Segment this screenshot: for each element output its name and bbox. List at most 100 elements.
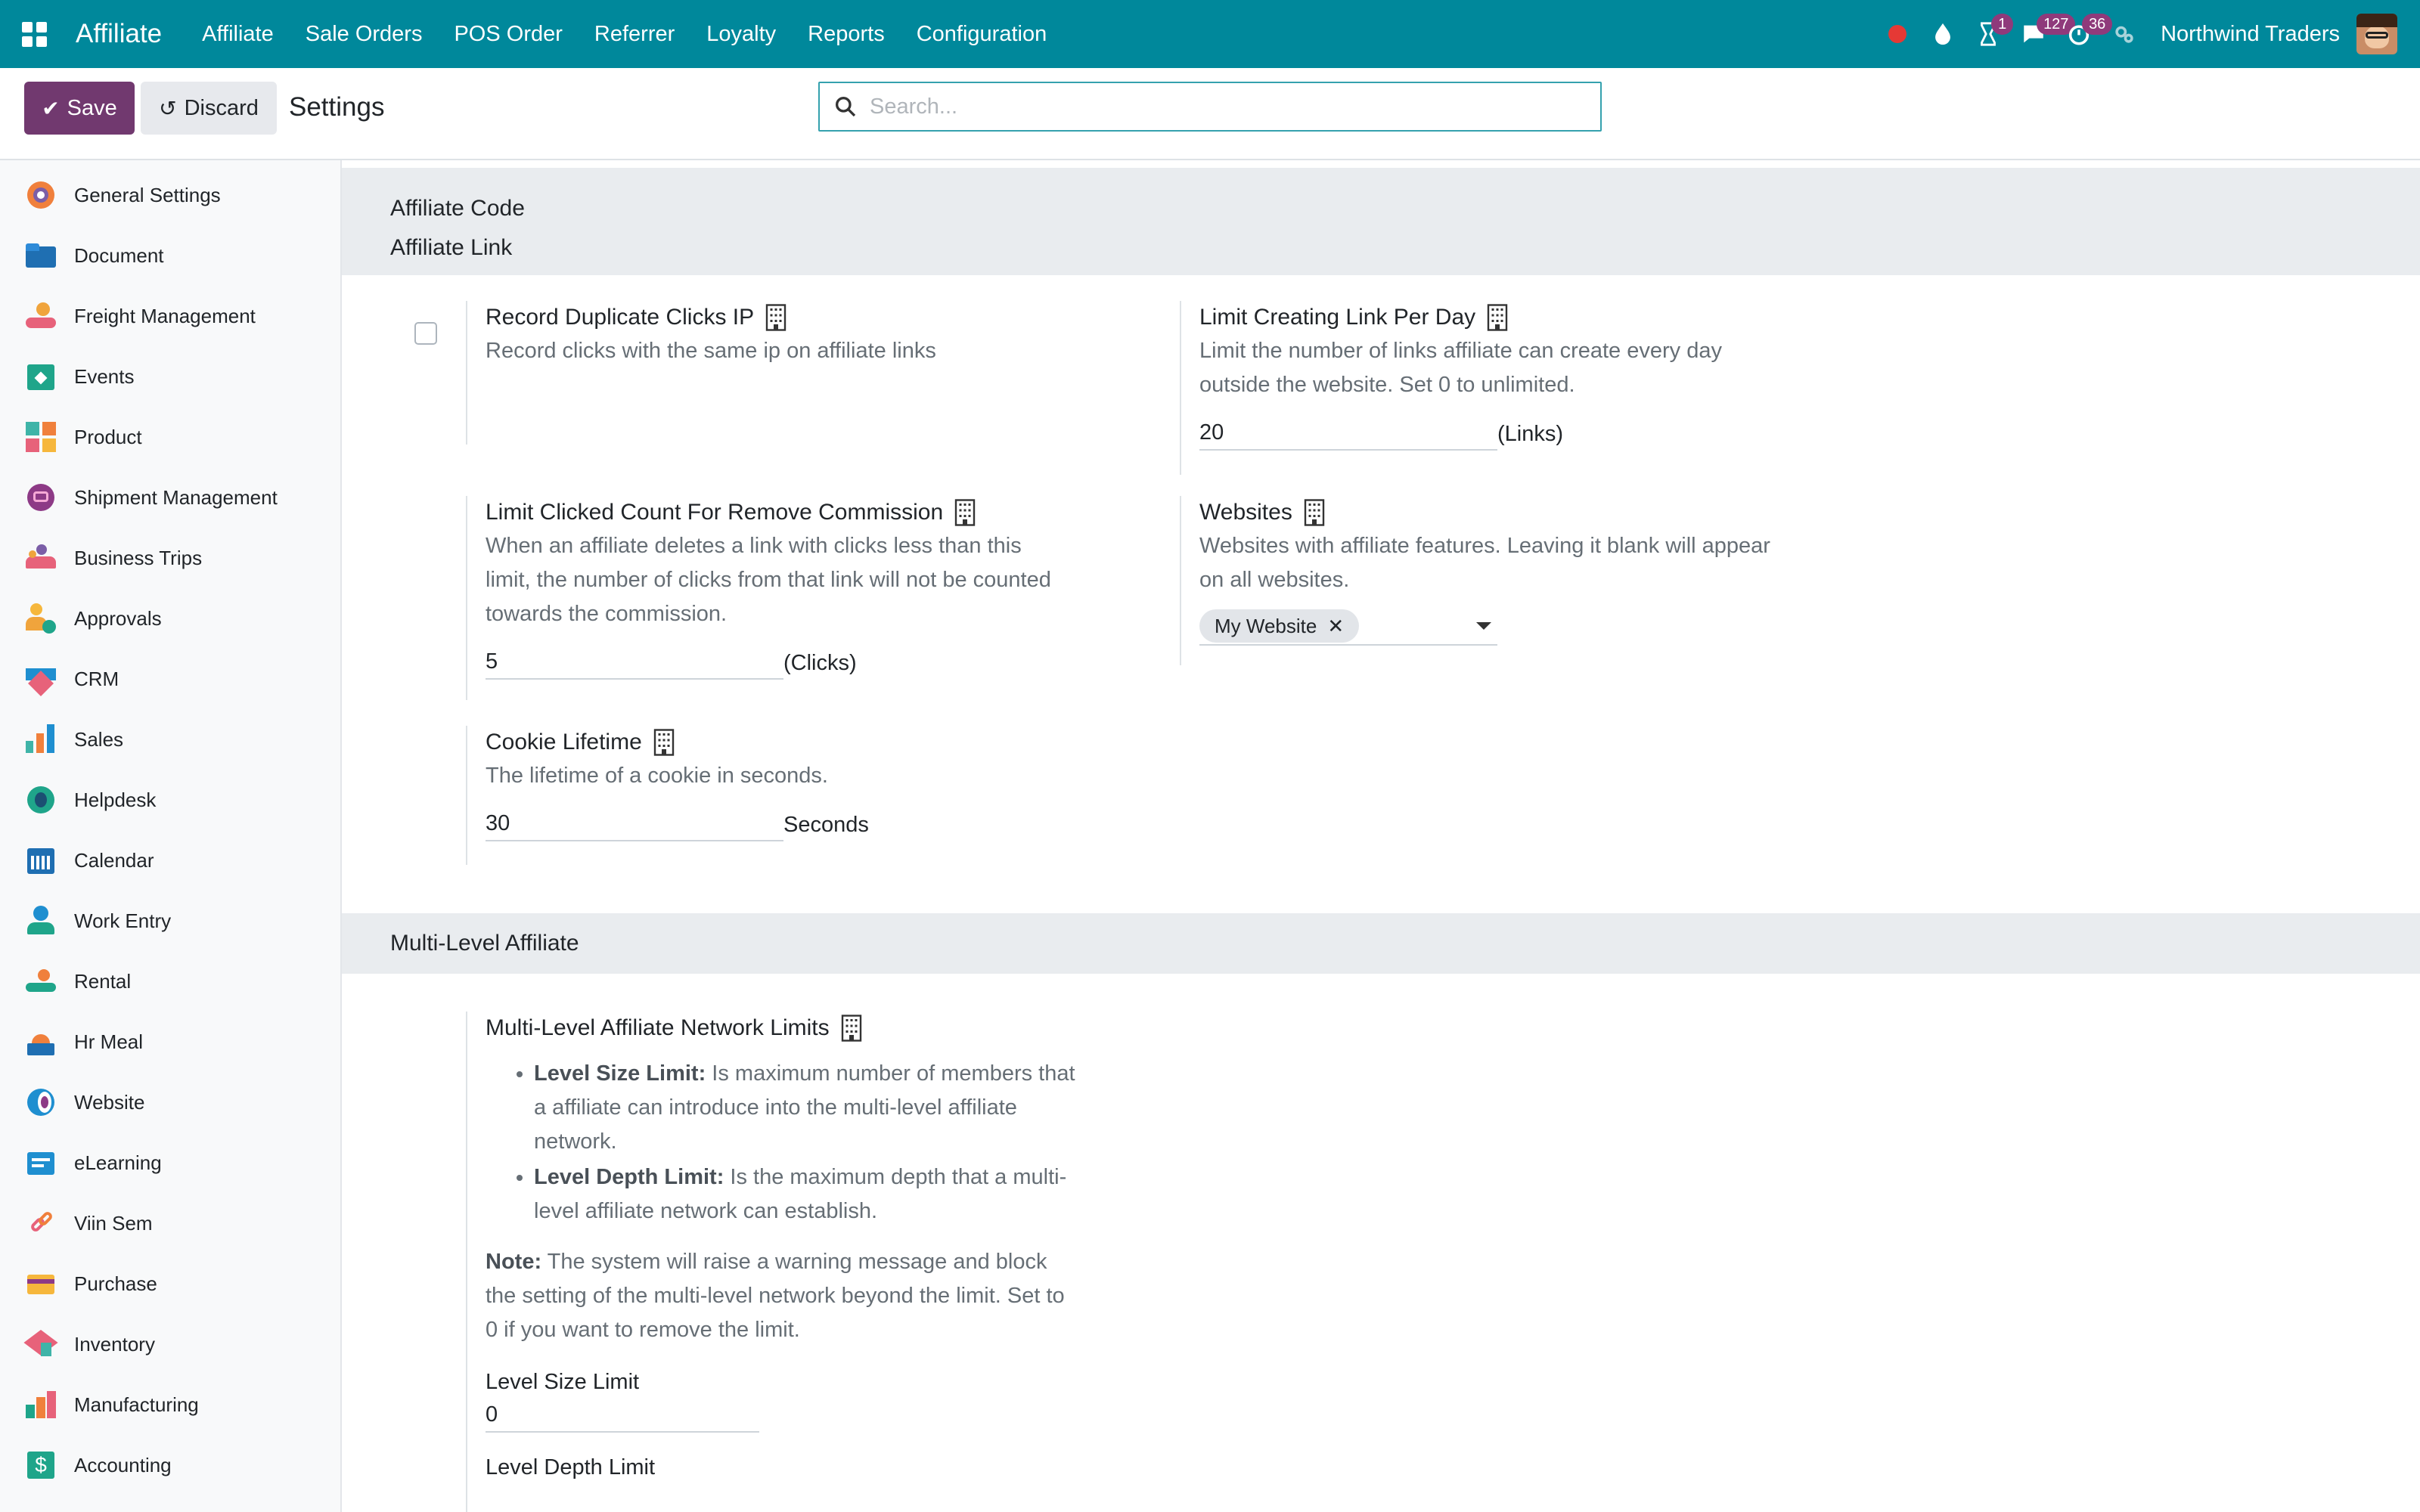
sidebar-item-label: Shipment Management <box>74 485 278 509</box>
sidebar-item-label: Product <box>74 425 142 448</box>
company-building-icon <box>1304 499 1325 526</box>
sidebar-item-document[interactable]: Document <box>0 225 340 286</box>
limit-clicked-title: Limit Clicked Count For Remove Commissio… <box>486 500 944 525</box>
sidebar-item-approvals[interactable]: Approvals <box>0 588 340 649</box>
limit-clicked-input[interactable]: 5 <box>486 645 783 680</box>
multi-level-heading: Multi-Level Affiliate <box>390 931 579 956</box>
company-building-icon <box>1487 304 1508 331</box>
limit-link-input[interactable]: 20 <box>1199 416 1497 451</box>
sidebar-item-label: Purchase <box>74 1272 157 1295</box>
company-name[interactable]: Northwind Traders <box>2161 22 2340 47</box>
menu-configuration[interactable]: Configuration <box>901 22 1063 47</box>
menu-pos-order[interactable]: POS Order <box>438 22 578 47</box>
sidebar-item-label: Sales <box>74 727 124 751</box>
cookie-input[interactable]: 30 <box>486 807 783 841</box>
apps-menu-icon[interactable] <box>0 0 68 68</box>
sidebar-item-label: CRM <box>74 667 119 690</box>
sidebar-item-general-settings[interactable]: General Settings <box>0 165 340 225</box>
sidebar-item-accounting[interactable]: $ Accounting <box>0 1435 340 1495</box>
sidebar-item-website[interactable]: Website <box>0 1072 340 1132</box>
limit-clicked-unit: (Clicks) <box>783 651 857 675</box>
sidebar-item-crm[interactable]: CRM <box>0 649 340 709</box>
setting-limit-link: Limit Creating Link Per Day Limit the nu… <box>1180 301 1800 475</box>
menu-affiliate[interactable]: Affiliate <box>186 22 290 47</box>
sidebar-item-work-entry[interactable]: Work Entry <box>0 891 340 951</box>
cookie-unit: Seconds <box>783 813 869 837</box>
cookie-desc: The lifetime of a cookie in seconds. <box>486 764 828 788</box>
manufacturing-icon <box>26 1390 56 1420</box>
sidebar-item-label: Inventory <box>74 1332 155 1356</box>
setting-cookie-lifetime: Cookie Lifetime The lifetime of a cookie… <box>466 726 1071 865</box>
helpdesk-icon <box>26 785 56 815</box>
sidebar-item-product[interactable]: Product <box>0 407 340 467</box>
dropdown-caret-icon[interactable] <box>1476 622 1491 630</box>
network-limits-title: Multi-Level Affiliate Network Limits <box>486 1015 830 1040</box>
setting-limit-clicked: Limit Clicked Count For Remove Commissio… <box>466 496 1071 700</box>
sidebar-item-freight-management[interactable]: Freight Management <box>0 286 340 346</box>
document-icon <box>26 240 56 271</box>
sidebar-item-sales[interactable]: Sales <box>0 709 340 770</box>
sidebar-item-label: Manufacturing <box>74 1393 199 1416</box>
sidebar-item-hr-meal[interactable]: Hr Meal <box>0 1012 340 1072</box>
viin-sem-icon <box>26 1208 56 1238</box>
drop-icon[interactable] <box>1920 0 1965 68</box>
company-building-icon <box>954 499 976 526</box>
remove-tag-icon[interactable]: ✕ <box>1327 615 1344 638</box>
sidebar-item-events[interactable]: Events <box>0 346 340 407</box>
sidebar-item-elearning[interactable]: eLearning <box>0 1132 340 1193</box>
messages-icon[interactable]: 127 <box>2011 0 2076 68</box>
save-label: Save <box>67 95 117 120</box>
purchase-icon <box>26 1269 56 1299</box>
page-title: Settings <box>289 92 385 122</box>
network-limits-note: Note: The system will raise a warning me… <box>486 1250 1065 1342</box>
user-avatar[interactable] <box>2356 14 2397 54</box>
elearning-icon <box>26 1148 56 1178</box>
app-brand[interactable]: Affiliate <box>76 19 162 49</box>
sidebar-item-viin-sem[interactable]: Viin Sem <box>0 1193 340 1253</box>
save-button[interactable]: ✔ Save <box>24 82 135 135</box>
check-icon: ✔ <box>42 96 60 120</box>
accounting-icon: $ <box>26 1450 56 1480</box>
activity-count-badge: 1 <box>1991 14 2014 35</box>
websites-desc: Websites with affiliate features. Leavin… <box>1199 534 1770 592</box>
search-input[interactable] <box>870 94 1550 119</box>
recording-dot-icon[interactable] <box>1875 0 1920 68</box>
work-entry-icon <box>26 906 56 936</box>
discard-button[interactable]: ↺ Discard <box>141 82 277 135</box>
sidebar-item-label: Events <box>74 364 135 388</box>
sidebar-item-rental[interactable]: Rental <box>0 951 340 1012</box>
level-size-input[interactable]: 0 <box>486 1398 759 1433</box>
record-duplicate-checkbox[interactable] <box>414 322 437 345</box>
sidebar-item-business-trips[interactable]: Business Trips <box>0 528 340 588</box>
timer-icon[interactable]: 36 <box>2056 0 2113 68</box>
sidebar-item-label: eLearning <box>74 1151 162 1174</box>
systray: 1 127 36 Northwind Traders <box>1875 0 2420 68</box>
record-duplicate-title: Record Duplicate Clicks IP <box>486 305 755 330</box>
sidebar-item-shipment-management[interactable]: Shipment Management <box>0 467 340 528</box>
menu-sale-orders[interactable]: Sale Orders <box>290 22 439 47</box>
sidebar-item-helpdesk[interactable]: Helpdesk <box>0 770 340 830</box>
menu-loyalty[interactable]: Loyalty <box>690 22 792 47</box>
sidebar-item-inventory[interactable]: Inventory <box>0 1314 340 1374</box>
sidebar-item-purchase[interactable]: Purchase <box>0 1253 340 1314</box>
company-switch-icon[interactable] <box>2102 0 2147 68</box>
sidebar-item-label: Hr Meal <box>74 1030 144 1053</box>
sidebar-item-calendar[interactable]: Calendar <box>0 830 340 891</box>
websites-many2many-field[interactable]: My Website ✕ <box>1199 608 1497 646</box>
activity-hourglass-icon[interactable]: 1 <box>1965 0 2014 68</box>
level-size-label: Level Size Limit <box>486 1370 640 1394</box>
sidebar-item-label: Accounting <box>74 1453 172 1476</box>
rental-icon <box>26 966 56 996</box>
sidebar-item-label: Business Trips <box>74 546 203 569</box>
freight-icon <box>26 301 56 331</box>
company-building-icon <box>841 1015 861 1042</box>
level-depth-label: Level Depth Limit <box>486 1455 656 1479</box>
sidebar-item-label: Work Entry <box>74 909 172 932</box>
search-icon <box>836 97 856 117</box>
sidebar-item-label: Rental <box>74 969 132 993</box>
undo-icon: ↺ <box>159 96 177 120</box>
menu-reports[interactable]: Reports <box>792 22 901 47</box>
menu-referrer[interactable]: Referrer <box>579 22 690 47</box>
sidebar-item-manufacturing[interactable]: Manufacturing <box>0 1374 340 1435</box>
crm-icon <box>26 664 56 696</box>
